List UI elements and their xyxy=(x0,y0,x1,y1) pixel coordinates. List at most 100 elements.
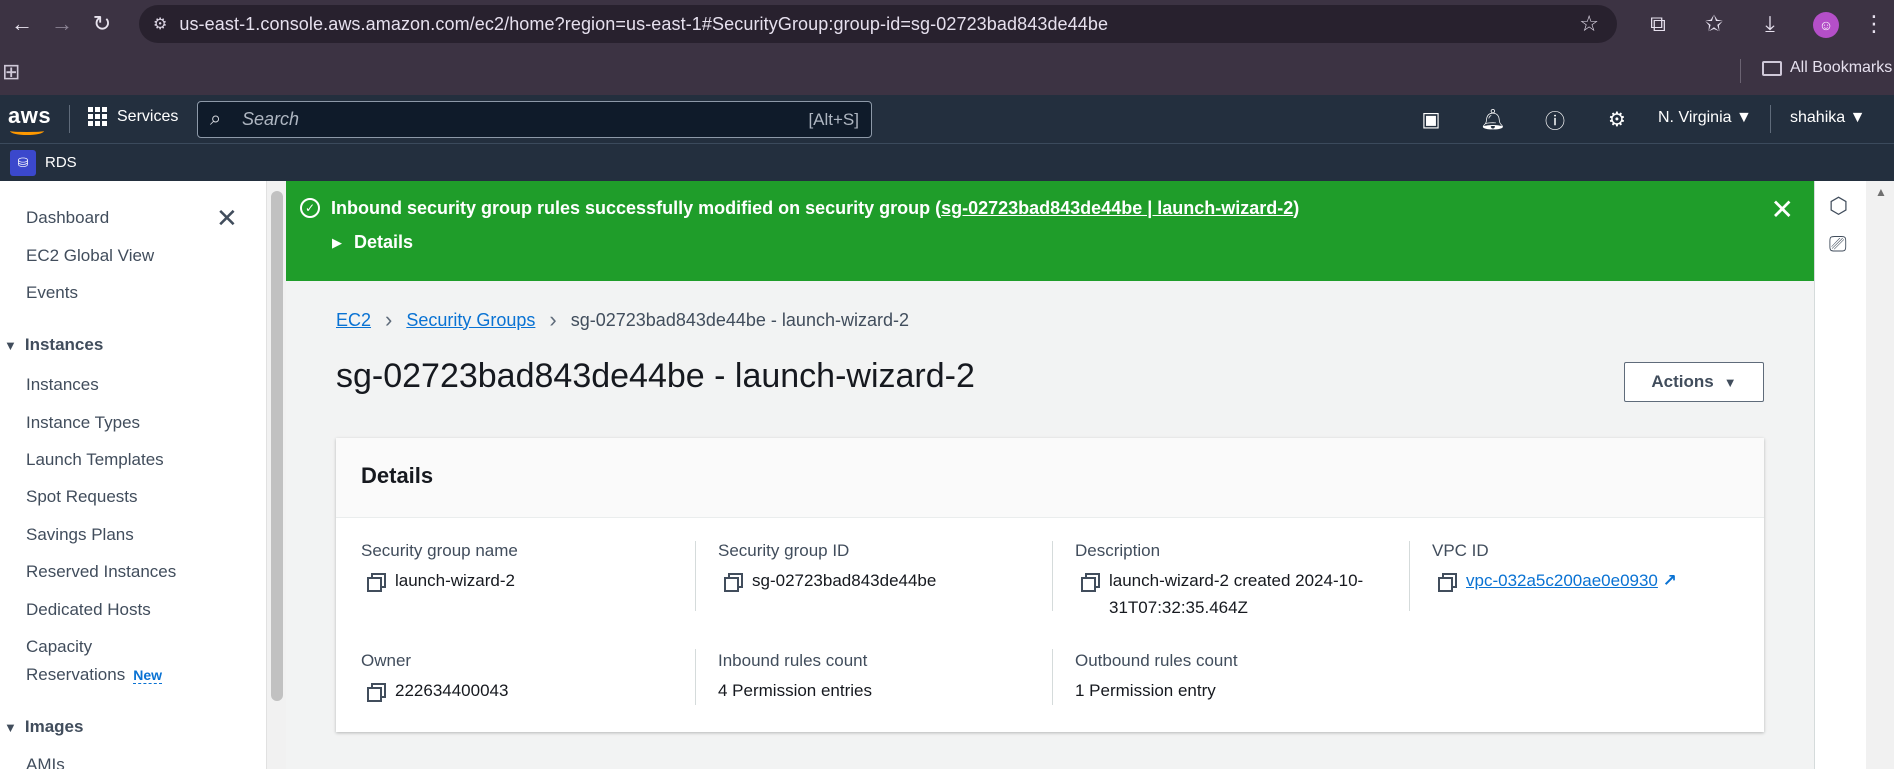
sidebar-section-instances[interactable]: ▼ Instances xyxy=(4,335,103,355)
external-link-icon[interactable]: ↗ xyxy=(1663,571,1677,590)
sidebar-section-images[interactable]: ▼ Images xyxy=(4,717,83,737)
section-label: Images xyxy=(24,717,84,736)
extensions-icon[interactable]: ⧉ xyxy=(1630,11,1686,37)
column-divider xyxy=(695,541,696,611)
favorites-bar: ⛁ RDS xyxy=(0,143,1894,181)
owner-value: 222634400043 xyxy=(395,681,509,700)
sidebar-scroll-thumb[interactable] xyxy=(271,191,283,701)
flash-message: Inbound security group rules successfull… xyxy=(331,198,1299,219)
sidebar-item-instances[interactable]: Instances xyxy=(26,375,99,395)
browser-toolbar: ← → ↻ ⚙ us-east-1.console.aws.amazon.com… xyxy=(0,0,1894,47)
cloudshell-icon[interactable]: ▣ xyxy=(1400,107,1462,132)
browser-menu-icon[interactable]: ⋮ xyxy=(1854,11,1894,37)
sidebar-item-instance-types[interactable]: Instance Types xyxy=(26,413,140,433)
page-scrollbar[interactable]: ▲ xyxy=(1866,181,1894,769)
region-selector[interactable]: N. Virginia ▼ xyxy=(1658,109,1752,127)
breadcrumb: EC2 › Security Groups › sg-02723bad843de… xyxy=(336,307,909,333)
bookmarks-divider xyxy=(1740,59,1741,83)
profile-avatar[interactable]: ☺ xyxy=(1798,10,1854,38)
address-bar[interactable]: ⚙ us-east-1.console.aws.amazon.com/ec2/h… xyxy=(139,5,1617,43)
nav-divider-2 xyxy=(1770,105,1771,133)
dismiss-flash-icon[interactable]: ✕ xyxy=(1771,193,1794,226)
breadcrumb-ec2[interactable]: EC2 xyxy=(336,310,371,331)
bookmark-star-icon[interactable]: ☆ xyxy=(1579,11,1599,37)
bookmarks-star-icon[interactable]: ✩ xyxy=(1686,11,1742,37)
new-badge: New xyxy=(133,667,163,684)
page-title: sg-02723bad843de44be - launch-wizard-2 xyxy=(336,357,975,395)
right-tools-rail: ⬡ ⎚ xyxy=(1814,181,1866,769)
back-arrow-icon[interactable]: ← xyxy=(4,6,40,42)
sidebar-item-spot-requests[interactable]: Spot Requests xyxy=(26,487,138,507)
notifications-bell-icon[interactable]: 🔔︎ xyxy=(1462,107,1524,132)
help-icon[interactable]: ⓘ xyxy=(1524,105,1586,134)
account-menu[interactable]: shahika ▼ xyxy=(1790,109,1865,127)
sg-id-label: Security group ID xyxy=(718,541,850,560)
info-panel-icon[interactable]: ⬡ xyxy=(1829,193,1848,219)
vpc-id-link[interactable]: vpc-032a5c200ae0e0930 xyxy=(1466,571,1658,590)
search-input[interactable] xyxy=(242,106,742,133)
sidebar-item-savings-plans[interactable]: Savings Plans xyxy=(26,525,134,545)
services-menu-button[interactable]: Services xyxy=(88,107,178,126)
search-shortcut-hint: [Alt+S] xyxy=(808,110,859,129)
close-sidebar-icon[interactable]: ✕ xyxy=(216,203,238,234)
site-info-icon[interactable]: ⚙ xyxy=(153,14,167,34)
inbound-count-value: 4 Permission entries xyxy=(718,681,873,700)
caret-right-icon: ▶ xyxy=(332,234,342,250)
sidebar-item-events[interactable]: Events xyxy=(26,283,78,303)
rds-service-icon[interactable]: ⛁ xyxy=(10,150,36,176)
download-icon[interactable]: ⤓ xyxy=(1742,11,1798,37)
sidebar-item-global-view[interactable]: EC2 Global View xyxy=(26,246,154,266)
field-vpc-id: VPC ID vpc-032a5c200ae0e0930 ↗ xyxy=(1432,541,1752,594)
description-value: launch-wizard-2 created 2024-10-31T07:32… xyxy=(1109,571,1364,617)
ec2-sidebar: Dashboard ✕ EC2 Global View Events ▼ Inst… xyxy=(0,181,266,769)
column-divider xyxy=(1409,541,1410,611)
settings-gear-icon[interactable]: ⚙ xyxy=(1586,107,1648,132)
reload-icon[interactable]: ↻ xyxy=(84,6,120,42)
breadcrumb-current: sg-02723bad843de44be - launch-wizard-2 xyxy=(570,309,909,330)
sidebar-item-capacity-line1[interactable]: Capacity xyxy=(26,637,92,657)
scroll-up-arrow-icon[interactable]: ▲ xyxy=(1875,185,1887,199)
field-sg-id: Security group ID sg-02723bad843de44be xyxy=(718,541,1048,594)
console-search[interactable]: ⌕ [Alt+S] xyxy=(197,101,872,138)
success-flashbar: ✓ Inbound security group rules successfu… xyxy=(286,181,1814,281)
copy-icon[interactable] xyxy=(367,683,386,702)
flash-message-prefix: Inbound security group rules successfull… xyxy=(331,198,942,218)
details-panel-header: Details xyxy=(336,438,1764,518)
sidebar-item-launch-templates[interactable]: Launch Templates xyxy=(26,450,164,470)
all-bookmarks-button[interactable]: All Bookmarks xyxy=(1762,59,1892,77)
flash-details-label: Details xyxy=(354,232,414,252)
sidebar-item-amis[interactable]: AMIs xyxy=(26,755,65,769)
copy-icon[interactable] xyxy=(367,573,386,592)
breadcrumb-security-groups[interactable]: Security Groups xyxy=(406,310,535,331)
actions-button[interactable]: Actions ▼ xyxy=(1624,362,1764,402)
flash-details-toggle[interactable]: ▶ Details xyxy=(332,232,413,253)
sg-name-value: launch-wizard-2 xyxy=(395,571,515,590)
feedback-icon[interactable]: ⎚ xyxy=(1829,231,1847,257)
forward-arrow-icon[interactable]: → xyxy=(44,6,80,42)
nav-divider xyxy=(69,105,70,133)
capacity-line2: Reservations xyxy=(26,665,126,684)
column-divider xyxy=(1052,541,1053,611)
sg-name-label: Security group name xyxy=(361,541,518,560)
favorite-rds-link[interactable]: RDS xyxy=(45,154,77,171)
apps-grid-icon[interactable]: ⊞ xyxy=(2,59,20,85)
field-inbound-count: Inbound rules count 4 Permission entries xyxy=(718,651,1048,704)
flash-sg-link[interactable]: sg-02723bad843de44be | launch-wizard-2 xyxy=(941,198,1293,218)
search-icon: ⌕ xyxy=(210,108,222,130)
aws-logo[interactable]: aws xyxy=(8,103,51,129)
bookmarks-bar: ⊞ All Bookmarks xyxy=(0,47,1894,95)
sidebar-scrollbar[interactable] xyxy=(266,181,286,769)
copy-icon[interactable] xyxy=(1081,573,1100,592)
main-content: ✓ Inbound security group rules successfu… xyxy=(286,181,1814,769)
sidebar-item-capacity-reservations[interactable]: Reservations New xyxy=(26,665,163,685)
address-url[interactable]: us-east-1.console.aws.amazon.com/ec2/hom… xyxy=(179,14,1108,35)
field-description: Description launch-wizard-2 created 2024… xyxy=(1075,541,1415,621)
field-outbound-count: Outbound rules count 1 Permission entry xyxy=(1075,651,1405,704)
copy-icon[interactable] xyxy=(724,573,743,592)
copy-icon[interactable] xyxy=(1438,573,1457,592)
sidebar-item-reserved-instances[interactable]: Reserved Instances xyxy=(26,562,176,582)
aws-logo-smile xyxy=(10,127,44,135)
sidebar-item-dedicated-hosts[interactable]: Dedicated Hosts xyxy=(26,600,151,620)
sidebar-item-dashboard[interactable]: Dashboard xyxy=(26,208,109,228)
chevron-right-icon: › xyxy=(549,307,557,332)
